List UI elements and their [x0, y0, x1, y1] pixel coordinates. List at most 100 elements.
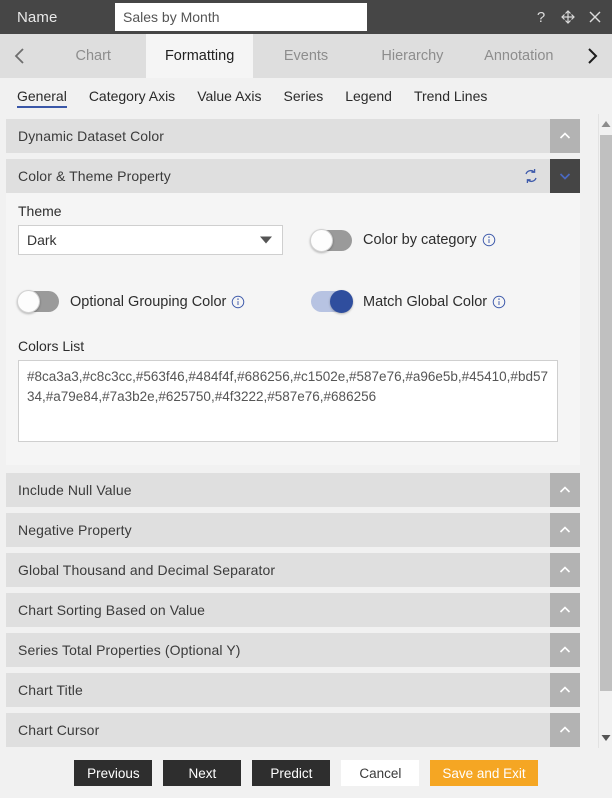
chevron-down-icon: [260, 236, 272, 244]
close-icon[interactable]: [586, 8, 604, 26]
scroll-up-icon[interactable]: [599, 116, 612, 132]
save-and-exit-button[interactable]: Save and Exit: [430, 760, 538, 786]
subtab-label: Trend Lines: [413, 88, 488, 104]
optional-grouping-color-label: Optional Grouping Color: [70, 293, 227, 310]
vertical-scrollbar[interactable]: [598, 114, 612, 748]
theme-row: Dark Color by category: [18, 225, 568, 255]
tab-scroll-right-icon[interactable]: [572, 34, 612, 78]
move-icon[interactable]: [559, 8, 577, 26]
tabs-container: Chart Formatting Events Hierarchy Annota…: [40, 34, 572, 78]
chevron-up-icon[interactable]: [550, 553, 580, 587]
match-global-color-group: Match Global Color: [311, 290, 506, 313]
color-by-category-group: Color by category: [310, 228, 496, 252]
subtab-series[interactable]: Series: [273, 82, 335, 110]
color-by-category-toggle[interactable]: [310, 228, 352, 252]
chevron-up-icon[interactable]: [550, 513, 580, 547]
chevron-up-icon[interactable]: [550, 633, 580, 667]
chevron-up-icon[interactable]: [550, 119, 580, 153]
section-title: Series Total Properties (Optional Y): [18, 642, 241, 658]
sub-tab-bar: General Category Axis Value Axis Series …: [0, 78, 612, 114]
colors-list-label: Colors List: [18, 338, 85, 354]
toggle-knob: [17, 290, 40, 313]
section-global-thousand-decimal-separator[interactable]: Global Thousand and Decimal Separator: [6, 553, 580, 587]
tab-annotation[interactable]: Annotation: [465, 34, 572, 78]
toggle-knob: [330, 290, 353, 313]
chevron-up-icon[interactable]: [550, 473, 580, 507]
tab-label: Hierarchy: [381, 48, 444, 64]
subtab-label: General: [17, 88, 67, 104]
title-bar: Name ?: [0, 0, 612, 34]
color-by-category-label: Color by category: [363, 232, 477, 248]
help-icon[interactable]: ?: [532, 8, 550, 26]
subtab-general[interactable]: General: [6, 82, 78, 110]
name-label: Name: [17, 8, 58, 26]
subtab-label: Series: [283, 88, 324, 104]
tab-hierarchy[interactable]: Hierarchy: [359, 34, 466, 78]
predict-button[interactable]: Predict: [252, 760, 331, 786]
toggle-knob: [310, 228, 333, 252]
tab-strip: Chart Formatting Events Hierarchy Annota…: [0, 34, 612, 78]
cancel-button[interactable]: Cancel: [341, 760, 420, 786]
dialog-window: Name ?: [0, 0, 612, 798]
section-series-total-properties[interactable]: Series Total Properties (Optional Y): [6, 633, 580, 667]
tab-events[interactable]: Events: [252, 34, 360, 78]
color-theme-panel: Theme Dark Color by category Optional Gr…: [6, 193, 580, 465]
section-color-theme-property[interactable]: Color & Theme Property: [6, 159, 580, 193]
chevron-down-icon[interactable]: [550, 159, 580, 193]
chevron-up-icon[interactable]: [550, 593, 580, 627]
subtab-legend[interactable]: Legend: [334, 82, 403, 110]
subtab-label: Value Axis: [197, 88, 262, 104]
info-circle-icon[interactable]: [482, 233, 496, 247]
section-chart-cursor[interactable]: Chart Cursor: [6, 713, 580, 747]
refresh-sync-icon[interactable]: [522, 167, 540, 185]
settings-list: Dynamic Dataset Color Color & Theme Prop…: [6, 119, 580, 748]
tab-label: Formatting: [164, 48, 235, 64]
section-title: Include Null Value: [18, 482, 132, 498]
match-global-color-toggle[interactable]: [311, 290, 353, 313]
section-title: Chart Title: [18, 682, 83, 698]
colors-list-textarea[interactable]: #8ca3a3,#c8c3cc,#563f46,#484f4f,#686256,…: [18, 360, 558, 442]
section-negative-property[interactable]: Negative Property: [6, 513, 580, 547]
svg-text:?: ?: [537, 9, 545, 25]
info-circle-icon[interactable]: [231, 295, 245, 309]
subtab-label: Category Axis: [88, 88, 176, 104]
section-chart-title[interactable]: Chart Title: [6, 673, 580, 707]
theme-select[interactable]: Dark: [18, 225, 283, 255]
tab-label: Annotation: [484, 48, 554, 64]
section-include-null-value[interactable]: Include Null Value: [6, 473, 580, 507]
tab-chart[interactable]: Chart: [40, 34, 147, 78]
tab-formatting[interactable]: Formatting: [146, 34, 253, 78]
subtab-trend-lines[interactable]: Trend Lines: [403, 82, 498, 110]
theme-label: Theme: [18, 203, 62, 219]
scrollbar-thumb[interactable]: [600, 135, 612, 691]
theme-selected-value: Dark: [27, 232, 57, 248]
subtab-label: Legend: [345, 88, 392, 104]
previous-button[interactable]: Previous: [74, 760, 153, 786]
subtab-value-axis[interactable]: Value Axis: [186, 82, 272, 110]
tab-label: Events: [283, 48, 329, 64]
chevron-up-icon[interactable]: [550, 713, 580, 747]
section-title: Chart Cursor: [18, 722, 100, 738]
subtab-category-axis[interactable]: Category Axis: [78, 82, 186, 110]
section-title: Negative Property: [18, 522, 132, 538]
window-controls: ?: [532, 0, 604, 34]
section-dynamic-dataset-color[interactable]: Dynamic Dataset Color: [6, 119, 580, 153]
scroll-down-icon[interactable]: [599, 730, 612, 746]
next-button[interactable]: Next: [163, 760, 242, 786]
section-chart-sorting-based-on-value[interactable]: Chart Sorting Based on Value: [6, 593, 580, 627]
optional-grouping-color-toggle[interactable]: [17, 290, 59, 313]
settings-scroll-area: Dynamic Dataset Color Color & Theme Prop…: [0, 114, 612, 748]
section-title: Chart Sorting Based on Value: [18, 602, 205, 618]
optional-grouping-color-group: Optional Grouping Color: [17, 290, 283, 313]
info-circle-icon[interactable]: [492, 295, 506, 309]
chart-name-input[interactable]: [115, 3, 367, 31]
section-title: Global Thousand and Decimal Separator: [18, 562, 276, 578]
tab-label: Chart: [75, 48, 111, 64]
section-title: Color & Theme Property: [18, 168, 171, 184]
match-global-color-label: Match Global Color: [363, 293, 488, 310]
tab-scroll-left-icon[interactable]: [0, 34, 40, 78]
section-title: Dynamic Dataset Color: [18, 128, 165, 144]
toggles-row: Optional Grouping Color Match Global Col…: [17, 290, 568, 313]
dialog-footer: Previous Next Predict Cancel Save and Ex…: [0, 748, 612, 798]
chevron-up-icon[interactable]: [550, 673, 580, 707]
